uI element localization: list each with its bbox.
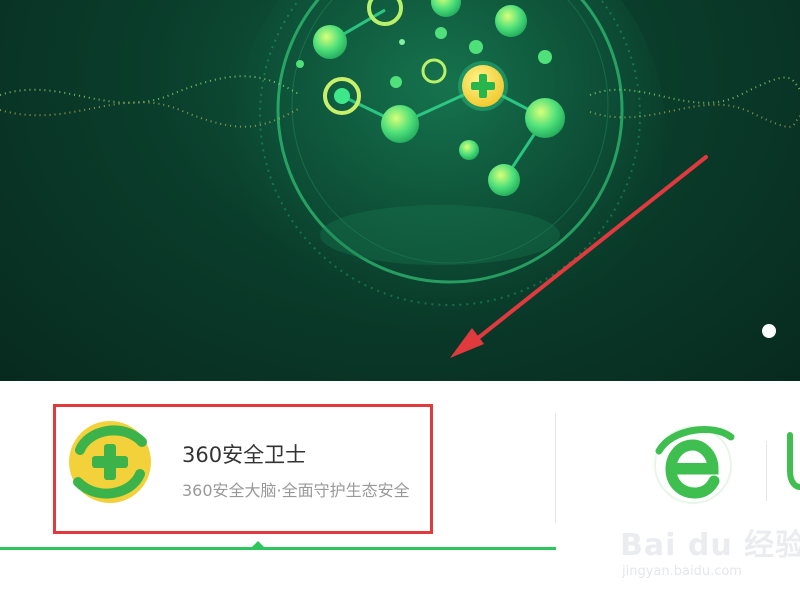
- hero-banner[interactable]: [0, 0, 800, 381]
- network-node: [469, 40, 483, 54]
- network-node: [313, 25, 347, 59]
- product-tab-bar: 360安全卫士 360安全大脑·全面守护生态安全: [0, 381, 800, 600]
- tab-360-safe[interactable]: 360安全卫士 360安全大脑·全面守护生态安全: [57, 405, 434, 533]
- network-node: [390, 76, 402, 88]
- page: 360安全卫士 360安全大脑·全面守护生态安全 Bai du 经验 jingy…: [0, 0, 800, 600]
- network-node: [538, 50, 552, 64]
- banner-illustration: [0, 0, 800, 358]
- carousel-dot[interactable]: [762, 324, 776, 338]
- network-node: [399, 39, 405, 45]
- network-node: [488, 164, 520, 196]
- product-name: 360安全卫士: [182, 443, 307, 467]
- tab-divider: [555, 413, 556, 523]
- network-node: [459, 140, 479, 160]
- 360-browser-icon: [654, 426, 735, 504]
- network-node: [495, 5, 527, 37]
- tab-divider: [766, 441, 767, 501]
- network-node: [296, 60, 304, 68]
- tab-next-product[interactable]: [782, 431, 800, 501]
- center-plus-icon: [458, 61, 508, 111]
- network-node: [435, 27, 447, 39]
- globe-glow: [235, 0, 665, 345]
- next-product-icon: [787, 432, 800, 490]
- product-description: 360安全大脑·全面守护生态安全: [182, 481, 410, 500]
- 360-safe-icon: [69, 421, 151, 503]
- network-node: [381, 105, 419, 143]
- network-node: [525, 98, 565, 138]
- active-tab-caret: [252, 541, 264, 547]
- network-node-core: [334, 88, 350, 104]
- active-tab-indicator: [0, 547, 556, 550]
- tab-360-browser[interactable]: [645, 411, 745, 521]
- globe-floor: [320, 205, 560, 265]
